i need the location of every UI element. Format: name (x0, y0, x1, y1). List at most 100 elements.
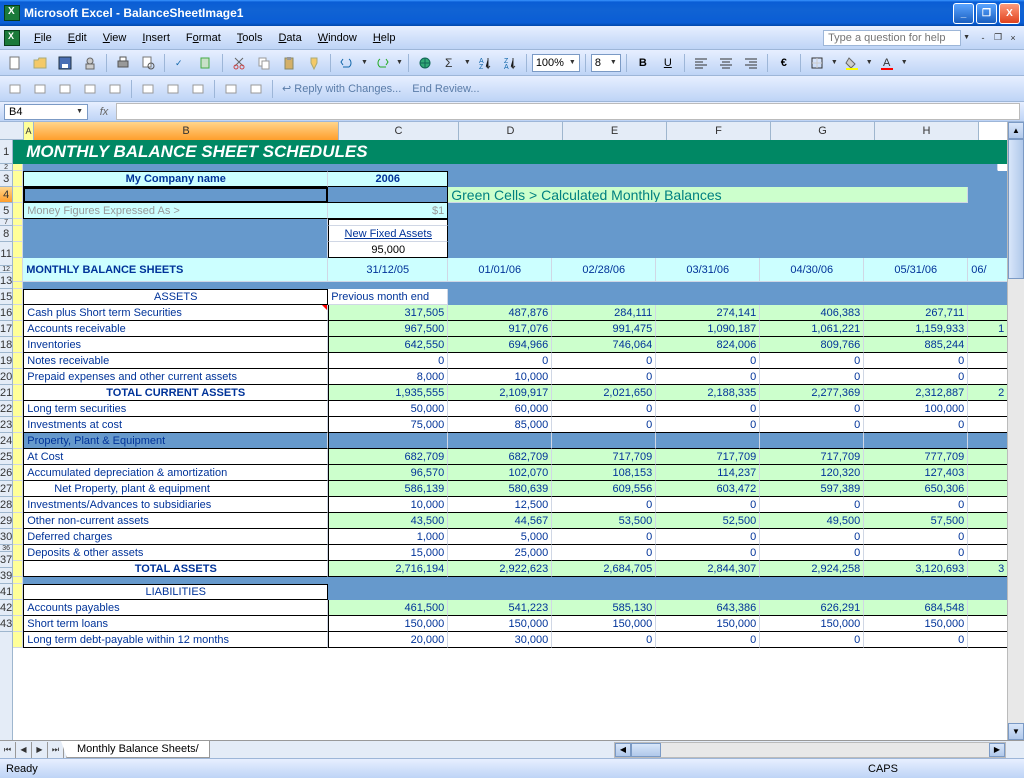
font-size-box[interactable]: 8▼ (591, 54, 621, 72)
col-header-e[interactable]: E (563, 122, 667, 140)
data-cell[interactable]: 317,505 (328, 305, 448, 321)
permission-button[interactable] (79, 52, 101, 74)
data-cell[interactable]: 1,159,933 (864, 321, 968, 337)
data-cell[interactable]: 2 (968, 385, 1007, 401)
data-label[interactable]: Prepaid expenses and other current asset… (23, 369, 328, 385)
data-cell[interactable]: 0 (552, 417, 656, 433)
review-btn1[interactable] (4, 78, 26, 100)
data-cell[interactable]: 0 (656, 497, 760, 513)
worksheet[interactable]: MONTHLY BALANCE SHEET SCHEDULES My Compa… (13, 140, 1007, 740)
data-cell[interactable]: 0 (448, 353, 552, 369)
data-cell[interactable]: 53,500 (552, 513, 656, 529)
format-painter-button[interactable] (303, 52, 325, 74)
data-cell[interactable]: 10,000 (448, 369, 552, 385)
data-cell[interactable]: 586,139 (328, 481, 448, 497)
data-cell[interactable]: 43,500 (328, 513, 448, 529)
menu-format[interactable]: Format (178, 29, 229, 47)
row-header[interactable]: 13 (0, 273, 12, 289)
new-button[interactable] (4, 52, 26, 74)
date-cell[interactable]: 04/30/06 (760, 258, 864, 282)
review-btn3[interactable] (54, 78, 76, 100)
data-cell[interactable]: 10,000 (328, 497, 448, 513)
col-header-a[interactable]: A (24, 122, 34, 140)
data-cell[interactable]: 0 (552, 497, 656, 513)
data-cell[interactable]: 694,966 (448, 337, 552, 353)
doc-restore[interactable]: ❐ (991, 31, 1005, 45)
data-cell[interactable]: 2,277,369 (760, 385, 864, 401)
data-label[interactable]: TOTAL ASSETS (23, 561, 328, 577)
data-cell[interactable]: 274,141 (656, 305, 760, 321)
data-cell[interactable]: 0 (552, 401, 656, 417)
data-cell[interactable] (968, 433, 1007, 449)
data-cell[interactable]: 0 (864, 632, 968, 648)
data-cell[interactable]: 0 (760, 545, 864, 561)
sort-desc-button[interactable]: ZA (499, 52, 521, 74)
fill-dropdown[interactable]: ▼ (866, 59, 873, 66)
data-cell[interactable]: 809,766 (760, 337, 864, 353)
data-cell[interactable]: 57,500 (864, 513, 968, 529)
data-cell[interactable]: 0 (864, 417, 968, 433)
reply-changes-text[interactable]: ↩ Reply with Changes... (278, 82, 405, 95)
review-btn4[interactable] (79, 78, 101, 100)
data-cell[interactable]: 102,070 (448, 465, 552, 481)
research-button[interactable] (195, 52, 217, 74)
data-label[interactable]: Long term securities (23, 401, 328, 417)
data-cell[interactable]: 1,935,555 (328, 385, 448, 401)
data-cell[interactable]: 1 (968, 321, 1007, 337)
data-label[interactable]: Notes receivable (23, 353, 328, 369)
row-header[interactable]: 36 (0, 545, 12, 552)
doc-close[interactable]: × (1006, 31, 1020, 45)
row-header[interactable]: 15 (0, 289, 12, 305)
data-label[interactable]: Short term loans (23, 616, 328, 632)
borders-dropdown[interactable]: ▼ (831, 59, 838, 66)
menu-insert[interactable]: Insert (134, 29, 178, 47)
maximize-button[interactable]: ❐ (976, 3, 997, 24)
row-header[interactable]: 21 (0, 385, 12, 401)
row-header[interactable]: 12 (0, 266, 12, 273)
doc-minimize[interactable]: - (976, 31, 990, 45)
data-cell[interactable]: 2,021,650 (552, 385, 656, 401)
align-left-button[interactable] (690, 52, 712, 74)
data-cell[interactable]: 1,061,221 (760, 321, 864, 337)
scroll-up-button[interactable]: ▲ (1008, 122, 1024, 139)
row-header[interactable]: 30 (0, 529, 12, 545)
scroll-down-button[interactable]: ▼ (1008, 723, 1024, 740)
data-cell[interactable]: 49,500 (760, 513, 864, 529)
date-cell[interactable]: 03/31/06 (656, 258, 760, 282)
data-label[interactable]: Deposits & other assets (23, 545, 328, 561)
new-fixed-value[interactable]: 95,000 (328, 242, 448, 258)
data-cell[interactable]: 60,000 (448, 401, 552, 417)
tab-next[interactable]: ▶ (32, 742, 48, 758)
col-header-c[interactable]: C (339, 122, 459, 140)
row-header[interactable]: 43 (0, 616, 12, 632)
data-cell[interactable]: 0 (760, 353, 864, 369)
row-header[interactable]: 11 (0, 242, 12, 266)
data-cell[interactable]: 0 (656, 545, 760, 561)
underline-button[interactable]: U (657, 52, 679, 74)
fx-button[interactable]: fx (94, 106, 114, 118)
section-header[interactable]: MONTHLY BALANCE SHEETS (23, 258, 328, 282)
data-cell[interactable]: 0 (328, 353, 448, 369)
year-cell[interactable]: 2006 (328, 171, 448, 187)
data-cell[interactable]: 461,500 (328, 600, 448, 616)
row-header[interactable]: 1 (0, 140, 12, 164)
data-cell[interactable]: 96,570 (328, 465, 448, 481)
help-dropdown-icon[interactable]: ▼ (963, 34, 970, 41)
data-cell[interactable]: 0 (656, 632, 760, 648)
autosum-dropdown[interactable]: ▼ (464, 59, 471, 66)
date-cell[interactable]: 31/12/05 (328, 258, 448, 282)
data-cell[interactable] (968, 369, 1007, 385)
data-label[interactable]: Net Property, plant & equipment (23, 481, 328, 497)
assets-header[interactable]: ASSETS (23, 289, 328, 305)
data-cell[interactable] (968, 305, 1007, 321)
open-button[interactable] (29, 52, 51, 74)
data-cell[interactable]: 2,922,623 (448, 561, 552, 577)
fill-color-button[interactable] (841, 52, 863, 74)
data-label[interactable]: Cash plus Short term Securities (23, 305, 328, 321)
data-cell[interactable]: 684,548 (864, 600, 968, 616)
data-cell[interactable]: 2,188,335 (656, 385, 760, 401)
data-cell[interactable]: 12,500 (448, 497, 552, 513)
review-btn6[interactable] (137, 78, 159, 100)
date-cell[interactable]: 01/01/06 (448, 258, 552, 282)
data-label[interactable]: Other non-current assets (23, 513, 328, 529)
